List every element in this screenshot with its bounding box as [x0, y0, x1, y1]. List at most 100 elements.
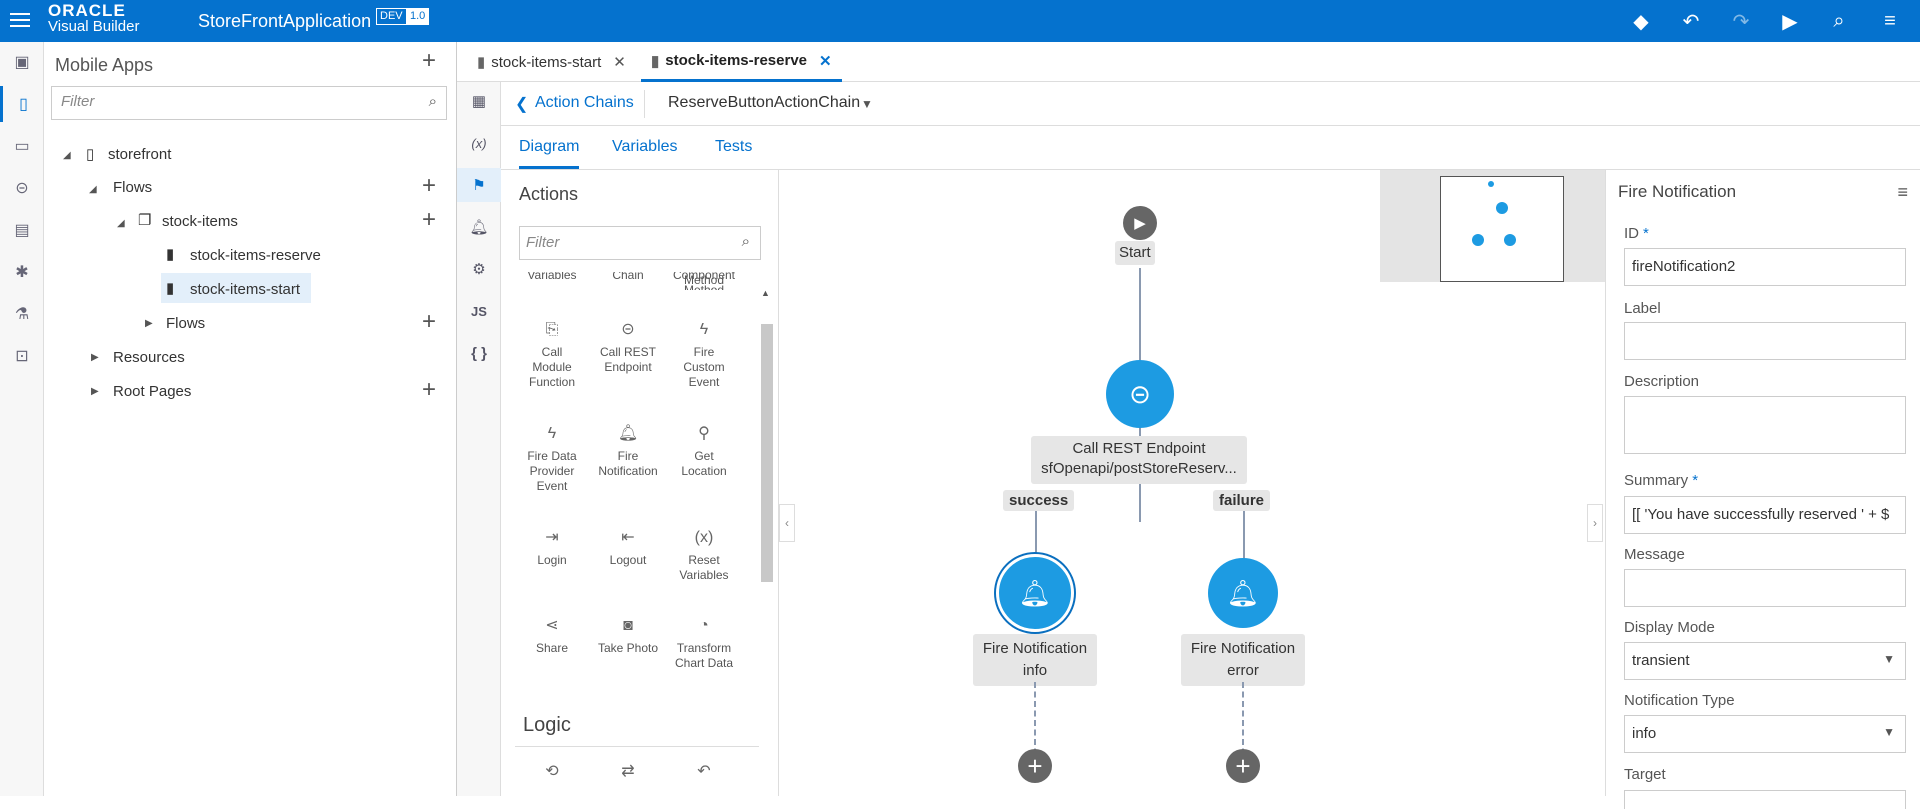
add-app-button[interactable]: +	[422, 49, 436, 73]
scrollbar-thumb[interactable]	[761, 324, 773, 582]
palette-item[interactable]: 🔔︎ Fire Notification	[590, 426, 666, 479]
palette-item[interactable]: (x) Reset Variables	[666, 530, 742, 583]
tab-tests[interactable]: Tests	[715, 138, 752, 156]
chain-name[interactable]: ReserveButtonActionChain	[668, 94, 860, 112]
palette-item-if[interactable]: ⇄	[590, 764, 666, 787]
navigator-filter-input[interactable]: Filter ⌕	[51, 86, 447, 120]
add-action-button[interactable]: +	[1018, 749, 1052, 783]
chevron-down-icon[interactable]: ▼	[861, 97, 873, 111]
action-chains-link[interactable]: Action Chains	[535, 94, 634, 112]
tab-stock-items-start[interactable]: ▮ stock-items-start ✕	[467, 42, 636, 82]
fire-notification-error-node[interactable]: 🔔︎	[1208, 558, 1278, 628]
components-icon[interactable]: ✱	[0, 254, 44, 290]
tree-item-storefront[interactable]: storefront	[108, 146, 171, 163]
minimap-viewport[interactable]	[1440, 176, 1564, 282]
label-field[interactable]	[1624, 322, 1906, 360]
palette-item[interactable]: ◔ Transform Chart Data	[666, 618, 742, 671]
undo-icon[interactable]: ↶	[1678, 8, 1704, 34]
json-icon[interactable]: { }	[457, 336, 501, 370]
tree-item-flows[interactable]: Flows	[113, 179, 152, 196]
tree-item-flows-2[interactable]: Flows	[166, 315, 205, 332]
add-action-button[interactable]: +	[1226, 749, 1260, 783]
palette-item[interactable]: ◙ Take Photo	[590, 618, 666, 656]
divider	[515, 746, 759, 747]
javascript-icon[interactable]: JS	[457, 294, 501, 328]
events-icon[interactable]: 🔔︎	[457, 210, 501, 244]
summary-field[interactable]: [[ 'You have successfully reserved ' + $	[1624, 496, 1906, 534]
page-designer-icon[interactable]: ▦	[457, 84, 501, 118]
mobile-apps-icon[interactable]: ▯	[0, 86, 44, 122]
palette-item[interactable]: ⋖ Share	[514, 618, 590, 656]
search-icon[interactable]: ⌕	[1826, 8, 1852, 34]
add-root-page-button[interactable]: +	[422, 378, 436, 402]
palette-item[interactable]: ⇥ Login	[514, 530, 590, 568]
add-page-button[interactable]: +	[422, 208, 436, 232]
scroll-up-icon[interactable]: ▲	[761, 288, 770, 298]
required-marker: *	[1643, 225, 1649, 242]
bolt-icon: ϟ	[547, 425, 557, 442]
breadcrumb: ❮ Action Chains ReserveButtonActionChain…	[501, 82, 1920, 126]
settings-icon[interactable]: ⚙	[457, 252, 501, 286]
diagram-canvas[interactable]: ‹ › ▶ Start ⊝ Call REST Endpoint sfOpena…	[779, 170, 1605, 796]
close-icon[interactable]: ✕	[819, 52, 832, 70]
notification-type-value: info	[1632, 725, 1657, 742]
tab-diagram[interactable]: Diagram	[519, 138, 580, 169]
display-mode-select[interactable]: transient ▼	[1624, 642, 1906, 680]
add-flow-button[interactable]: +	[422, 174, 436, 198]
hamburger-menu-icon[interactable]	[8, 9, 32, 33]
fire-notification-info-node[interactable]: 🔔︎	[996, 554, 1074, 632]
palette-item[interactable]: ⇤ Logout	[590, 530, 666, 568]
expand-icon[interactable]: ▶	[91, 386, 99, 397]
expand-icon[interactable]: ▶	[145, 318, 153, 329]
description-field[interactable]	[1624, 396, 1906, 454]
palette-item-for-each[interactable]: ⟲	[514, 764, 590, 787]
menu-icon[interactable]: ≡	[1877, 8, 1903, 34]
palette-item[interactable]: ⚲ Get Location	[666, 426, 742, 479]
back-chevron-icon[interactable]: ❮	[515, 94, 528, 114]
collapse-right-icon[interactable]: ›	[1587, 504, 1603, 542]
chevron-down-icon[interactable]: ▼	[1883, 725, 1895, 739]
tree-item-root-pages[interactable]: Root Pages	[113, 383, 191, 400]
palette-filter-input[interactable]: Filter ⌕	[519, 226, 761, 260]
source-view-icon[interactable]: ⊡	[0, 338, 44, 374]
collapse-icon[interactable]: ◢	[89, 184, 97, 195]
minimap[interactable]	[1380, 170, 1605, 282]
palette-item[interactable]: ϟ Fire Data Provider Event	[514, 426, 590, 494]
redo-icon[interactable]: ↷	[1728, 8, 1754, 34]
message-field[interactable]	[1624, 569, 1906, 607]
menu-icon[interactable]: ≡	[1897, 182, 1908, 203]
palette-item-label: Fire Notification	[598, 449, 658, 478]
action-chains-icon[interactable]: ⚑	[457, 168, 501, 202]
collapse-left-icon[interactable]: ‹	[779, 504, 795, 542]
services-icon[interactable]: ⊝	[0, 170, 44, 206]
tree-item-stock-items-reserve[interactable]: stock-items-reserve	[190, 247, 321, 264]
collapse-icon[interactable]: ◢	[63, 150, 71, 161]
palette-scrollbar[interactable]: ▲	[759, 280, 773, 796]
overview-icon[interactable]: ▣	[0, 44, 44, 80]
add-flow-button-2[interactable]: +	[422, 310, 436, 334]
id-field[interactable]: fireNotification2	[1624, 248, 1906, 286]
tree-item-stock-items-start[interactable]: stock-items-start	[190, 281, 300, 298]
palette-item[interactable]: ⊝ Call REST Endpoint	[590, 322, 666, 375]
palette-item-return[interactable]: ↶	[666, 764, 742, 787]
collapse-icon[interactable]: ◢	[117, 218, 125, 229]
palette-item[interactable]: ϟ Fire Custom Event	[666, 322, 742, 390]
variables-icon[interactable]: (x)	[457, 126, 501, 160]
web-apps-icon[interactable]: ▭	[0, 128, 44, 164]
tree-item-resources[interactable]: Resources	[113, 349, 185, 366]
run-icon[interactable]: ▶	[1777, 8, 1803, 34]
tree-item-stock-items[interactable]: stock-items	[162, 213, 238, 230]
palette-item[interactable]: ⎘ Call Module Function	[514, 322, 590, 390]
expand-icon[interactable]: ▶	[91, 352, 99, 363]
processes-icon[interactable]: ⚗	[0, 296, 44, 332]
tab-variables[interactable]: Variables	[612, 138, 678, 156]
git-icon[interactable]: ◆	[1628, 8, 1654, 34]
start-node[interactable]: ▶	[1123, 206, 1157, 240]
business-objects-icon[interactable]: ▤	[0, 212, 44, 248]
notification-type-select[interactable]: info ▼	[1624, 715, 1906, 753]
target-field[interactable]	[1624, 790, 1906, 809]
close-icon[interactable]: ✕	[613, 53, 626, 71]
chevron-down-icon[interactable]: ▼	[1883, 652, 1895, 666]
tab-stock-items-reserve[interactable]: ▮ stock-items-reserve ✕	[641, 42, 842, 82]
call-rest-node[interactable]: ⊝	[1106, 360, 1174, 428]
